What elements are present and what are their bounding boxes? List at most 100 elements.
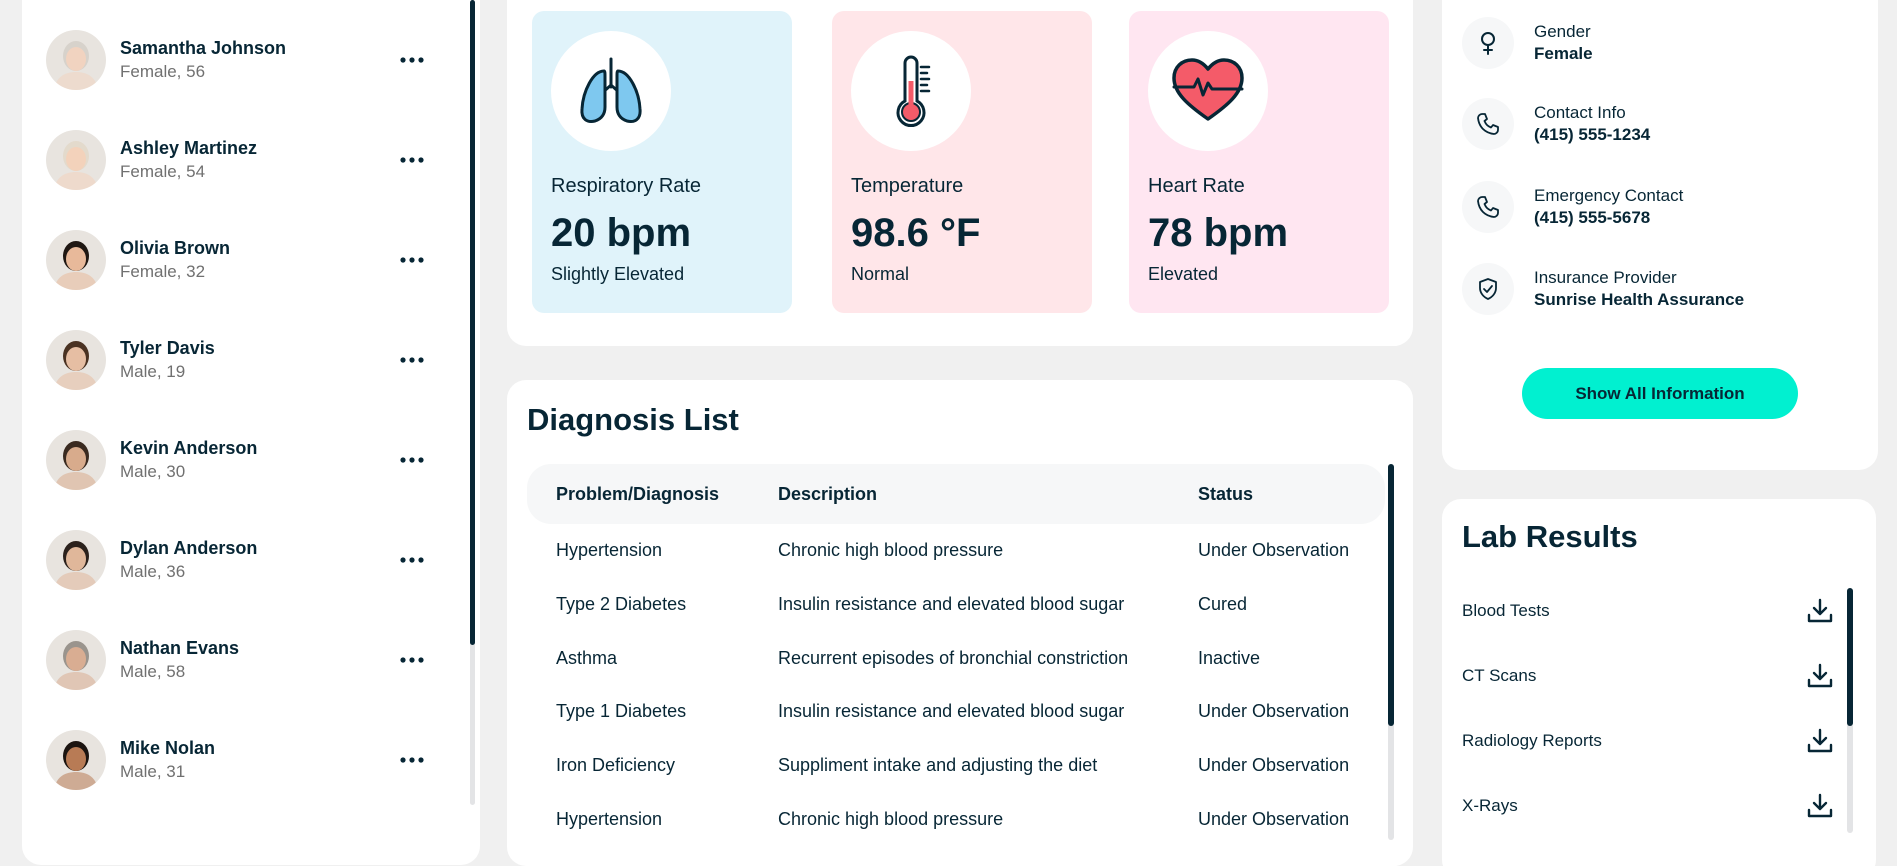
download-button[interactable] — [1800, 721, 1840, 761]
lab-results-title: Lab Results — [1462, 519, 1638, 554]
more-horizontal-icon — [400, 57, 424, 63]
more-horizontal-icon — [400, 357, 424, 363]
patient-row[interactable]: Ashley Martinez Female, 54 — [46, 120, 446, 200]
more-horizontal-icon — [400, 157, 424, 163]
info-value: Sunrise Health Assurance — [1534, 290, 1745, 309]
table-cell-problem: Type 2 Diabetes — [556, 594, 687, 614]
vital-value: 20 bpm — [551, 211, 692, 255]
download-icon — [1807, 793, 1833, 818]
more-horizontal-icon — [400, 657, 424, 663]
vital-card-temperature: Temperature 98.6 °F Normal — [832, 11, 1092, 313]
patient-row[interactable]: Tyler Davis Male, 19 — [46, 320, 446, 400]
info-value: Female — [1534, 44, 1593, 63]
table-cell-description: Suppliment intake and adjusting the diet — [778, 755, 1098, 775]
patient-meta: Male, 19 — [120, 362, 186, 381]
patient-name: Olivia Brown — [120, 238, 231, 258]
patient-row[interactable]: Samantha Johnson Female, 56 — [46, 20, 446, 100]
table-cell-description: Chronic high blood pressure — [778, 540, 1004, 560]
avatar — [46, 330, 106, 390]
download-button[interactable] — [1800, 656, 1840, 696]
table-row[interactable]: Type 1 Diabetes Insulin resistance and e… — [527, 685, 1385, 739]
info-row-gender: Gender Female — [1462, 15, 1862, 71]
table-cell-problem: Hypertension — [556, 809, 663, 829]
patient-row[interactable]: Kevin Anderson Male, 30 — [46, 420, 446, 500]
vital-label: Temperature — [851, 175, 964, 197]
info-label: Insurance Provider — [1534, 268, 1677, 287]
vital-label: Heart Rate — [1148, 175, 1245, 197]
heart-icon — [1172, 58, 1244, 121]
more-horizontal-icon — [400, 457, 424, 463]
patient-list-scrollbar-thumb[interactable] — [470, 0, 475, 645]
more-options-button[interactable] — [392, 145, 432, 175]
patient-row[interactable]: Dylan Anderson Male, 36 — [46, 520, 446, 600]
download-icon — [1807, 663, 1833, 688]
lab-result-name: Blood Tests — [1462, 601, 1550, 620]
avatar — [46, 230, 106, 290]
diagnosis-scrollbar-thumb[interactable] — [1388, 464, 1394, 726]
lab-result-name: CT Scans — [1462, 666, 1537, 685]
table-cell-status: Under Observation — [1198, 701, 1350, 721]
table-cell-status: Under Observation — [1198, 809, 1350, 829]
patient-name: Mike Nolan — [120, 738, 216, 758]
more-options-button[interactable] — [392, 545, 432, 575]
more-options-button[interactable] — [392, 745, 432, 775]
vital-status: Elevated — [1148, 264, 1219, 284]
more-options-button[interactable] — [392, 45, 432, 75]
download-icon — [1807, 728, 1833, 753]
patient-row[interactable]: Mike Nolan Male, 31 — [46, 720, 446, 800]
patient-name: Kevin Anderson — [120, 438, 258, 458]
thermometer-icon — [896, 55, 931, 128]
diagnosis-list-title: Diagnosis List — [527, 402, 739, 437]
lab-result-item[interactable]: CT Scans — [1462, 649, 1842, 703]
info-row-insurance: Insurance Provider Sunrise Health Assuran… — [1462, 261, 1862, 317]
table-row[interactable]: Type 2 Diabetes Insulin resistance and e… — [527, 578, 1385, 632]
female-icon — [1481, 32, 1495, 55]
column-header-description: Description — [778, 484, 878, 504]
more-options-button[interactable] — [392, 345, 432, 375]
more-horizontal-icon — [400, 257, 424, 263]
more-horizontal-icon — [400, 557, 424, 563]
table-cell-problem: Asthma — [556, 648, 618, 668]
show-all-information-button[interactable]: Show All Information — [1522, 368, 1798, 419]
lab-results-scrollbar-thumb[interactable] — [1847, 588, 1853, 726]
lab-results-panel: Lab Results Blood Tests CT Scans Radiolo… — [1442, 499, 1876, 866]
vital-card-heart-rate: Heart Rate 78 bpm Elevated — [1129, 11, 1389, 313]
table-row[interactable]: Hypertension Chronic high blood pressure… — [527, 793, 1385, 847]
lab-result-name: X-Rays — [1462, 796, 1518, 815]
more-horizontal-icon — [400, 757, 424, 763]
lab-result-item[interactable]: Radiology Reports — [1462, 714, 1842, 768]
info-label: Contact Info — [1534, 103, 1626, 122]
avatar — [46, 430, 106, 490]
table-cell-problem: Type 1 Diabetes — [556, 701, 687, 721]
shield-check-icon — [1479, 278, 1497, 300]
more-options-button[interactable] — [392, 445, 432, 475]
download-button[interactable] — [1800, 786, 1840, 826]
patient-meta: Female, 32 — [120, 262, 206, 281]
lab-result-item[interactable]: Blood Tests — [1462, 584, 1842, 638]
patient-meta: Male, 30 — [120, 462, 186, 481]
table-row[interactable]: Hypertension Chronic high blood pressure… — [527, 524, 1385, 578]
vital-status: Slightly Elevated — [551, 264, 685, 284]
column-header-problem: Problem/Diagnosis — [556, 484, 720, 504]
avatar — [46, 630, 106, 690]
download-button[interactable] — [1800, 591, 1840, 631]
more-options-button[interactable] — [392, 245, 432, 275]
patient-row[interactable]: Olivia Brown Female, 32 — [46, 220, 446, 300]
table-row[interactable]: Iron Deficiency Suppliment intake and ad… — [527, 739, 1385, 793]
table-row[interactable]: Asthma Recurrent episodes of bronchial c… — [527, 632, 1385, 686]
info-label: Emergency Contact — [1534, 186, 1684, 205]
info-value: (415) 555-5678 — [1534, 208, 1651, 227]
info-label: Gender — [1534, 22, 1591, 41]
vital-label: Respiratory Rate — [551, 175, 702, 197]
patient-row[interactable]: Nathan Evans Male, 58 — [46, 620, 446, 700]
phone-icon — [1477, 113, 1499, 135]
table-cell-status: Under Observation — [1198, 540, 1350, 560]
table-cell-problem: Hypertension — [556, 540, 663, 560]
more-options-button[interactable] — [392, 645, 432, 675]
info-row-contact: Contact Info (415) 555-1234 — [1462, 96, 1862, 152]
patient-meta: Male, 31 — [120, 762, 186, 781]
table-cell-status: Inactive — [1198, 648, 1261, 668]
patient-name: Nathan Evans — [120, 638, 240, 658]
patient-meta: Female, 56 — [120, 62, 206, 81]
lab-result-item[interactable]: X-Rays — [1462, 779, 1842, 833]
